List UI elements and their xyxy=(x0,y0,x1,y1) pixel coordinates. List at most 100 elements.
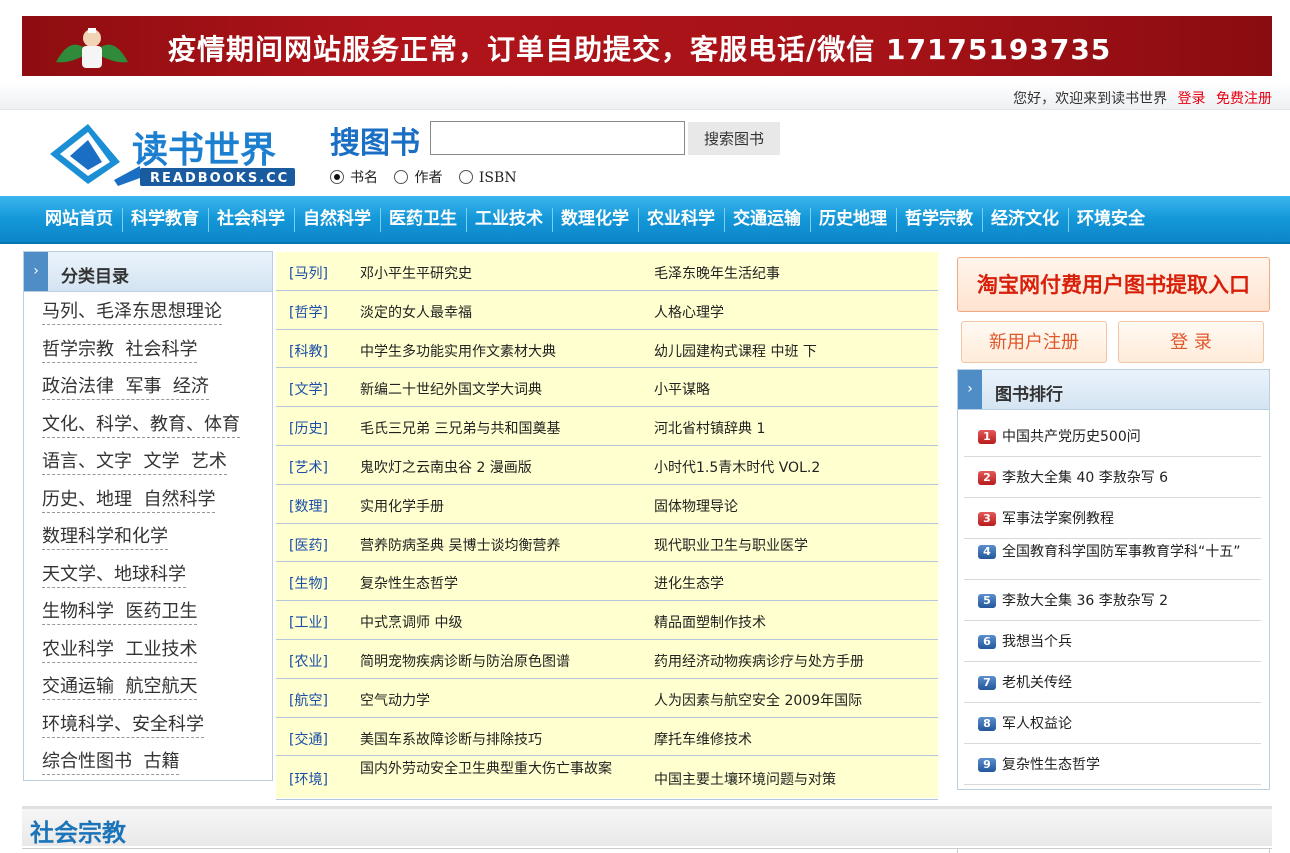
option-isbn[interactable]: ISBN xyxy=(458,170,523,186)
nav-item[interactable]: 自然科学 xyxy=(294,196,380,244)
category-item-label[interactable]: 历史、地理 自然科学 xyxy=(42,488,216,513)
book-link[interactable]: 毛氏三兄弟 三兄弟与共和国奠基 xyxy=(360,418,622,438)
book-category-tag[interactable]: [交通] xyxy=(289,729,328,749)
category-item[interactable]: 哲学宗教 社会科学 xyxy=(42,330,272,368)
new-user-register-button[interactable]: 新用户注册 xyxy=(961,321,1107,363)
category-item-label[interactable]: 政治法律 军事 经济 xyxy=(42,376,209,400)
nav-item[interactable]: 经济文化 xyxy=(982,196,1068,244)
book-link[interactable]: 邓小平生平研究史 xyxy=(360,263,622,283)
ranking-item[interactable]: 5 李敖大全集 36 李敖杂写 2 xyxy=(964,580,1261,621)
radio-isbn[interactable] xyxy=(458,170,473,184)
book-link[interactable]: 小平谋略 xyxy=(654,379,934,399)
ranking-item[interactable]: 1 中国共产党历史500问 xyxy=(964,416,1261,457)
site-logo[interactable]: 读书世界 READBOOKS.CC xyxy=(48,118,300,190)
radio-title[interactable] xyxy=(330,170,344,184)
book-category-tag[interactable]: [哲学] xyxy=(289,302,328,322)
book-link[interactable]: 实用化学手册 xyxy=(360,496,622,516)
book-link[interactable]: 空气动力学 xyxy=(360,690,622,710)
ranking-item[interactable]: 3 军事法学案例教程 xyxy=(964,498,1261,539)
nav-item[interactable]: 社会科学 xyxy=(208,196,294,244)
book-link[interactable]: 营养防病圣典 吴博士谈均衡营养 xyxy=(360,535,622,555)
book-category-tag[interactable]: [历史] xyxy=(289,418,328,438)
book-category-tag[interactable]: [生物] xyxy=(289,573,328,593)
book-link[interactable]: 河北省村镇辞典 1 xyxy=(654,418,934,438)
category-item[interactable]: 数理科学和化学 xyxy=(42,517,272,555)
book-link[interactable]: 中国主要土壤环境问题与对策 xyxy=(654,769,934,789)
option-author[interactable]: 作者 xyxy=(394,170,448,186)
book-link[interactable]: 复杂性生态哲学 xyxy=(360,573,622,593)
book-link[interactable]: 毛泽东晚年生活纪事 xyxy=(654,263,934,283)
nav-item[interactable]: 哲学宗教 xyxy=(896,196,982,244)
nav-item[interactable]: 交通运输 xyxy=(724,196,810,244)
category-item[interactable]: 政治法律 军事 经济 xyxy=(42,367,272,405)
book-link[interactable]: 药用经济动物疾病诊疗与处方手册 xyxy=(654,651,934,671)
book-category-tag[interactable]: [文学] xyxy=(289,379,328,399)
book-link[interactable]: 美国车系故障诊断与排除技巧 xyxy=(360,729,622,749)
book-category-tag[interactable]: [数理] xyxy=(289,496,328,516)
book-link[interactable]: 新编二十世纪外国文学大词典 xyxy=(360,379,622,399)
ranking-item[interactable]: 6 我想当个兵 xyxy=(964,621,1261,662)
book-link[interactable]: 进化生态学 xyxy=(654,573,934,593)
nav-item[interactable]: 科学教育 xyxy=(122,196,208,244)
category-item-label[interactable]: 数理科学和化学 xyxy=(42,526,168,550)
nav-item[interactable]: 数理化学 xyxy=(552,196,638,244)
ranking-item[interactable]: 8 军人权益论 xyxy=(964,703,1261,744)
book-link[interactable]: 精品面塑制作技术 xyxy=(654,612,934,632)
nav-item[interactable]: 医药卫生 xyxy=(380,196,466,244)
category-item-label[interactable]: 生物科学 医药卫生 xyxy=(42,601,198,625)
book-category-tag[interactable]: [航空] xyxy=(289,690,328,710)
ranking-book-title[interactable]: 复杂性生态哲学 xyxy=(1002,757,1100,773)
category-item[interactable]: 生物科学 医药卫生 xyxy=(42,592,272,630)
ranking-item[interactable]: 2 李敖大全集 40 李敖杂写 6 xyxy=(964,457,1261,498)
category-item[interactable]: 农业科学 工业技术 xyxy=(42,630,272,668)
book-link[interactable]: 人为因素与航空安全 2009年国际 xyxy=(654,690,934,710)
ranking-book-title[interactable]: 李敖大全集 40 李敖杂写 6 xyxy=(1002,470,1168,486)
category-item[interactable]: 语言、文字 文学 艺术 xyxy=(42,442,272,480)
category-item-label[interactable]: 天文学、地球科学 xyxy=(42,563,186,588)
category-item-label[interactable]: 交通运输 航空航天 xyxy=(42,676,198,700)
nav-item[interactable]: 农业科学 xyxy=(638,196,724,244)
book-category-tag[interactable]: [环境] xyxy=(289,769,328,789)
category-item[interactable]: 环境科学、安全科学 xyxy=(42,705,272,743)
promo-banner[interactable]: 疫情期间网站服务正常，订单自助提交，客服电话/微信 17175193735 xyxy=(22,16,1272,76)
category-item-label[interactable]: 马列、毛泽东思想理论 xyxy=(42,301,222,325)
book-category-tag[interactable]: [科教] xyxy=(289,341,328,361)
book-link[interactable]: 中学生多功能实用作文素材大典 xyxy=(360,341,622,361)
ranking-book-title[interactable]: 老机关传经 xyxy=(1002,675,1072,691)
category-item[interactable]: 交通运输 航空航天 xyxy=(42,667,272,705)
ranking-item[interactable]: 9 复杂性生态哲学 xyxy=(964,744,1261,785)
book-link[interactable]: 人格心理学 xyxy=(654,302,934,322)
search-button[interactable]: 搜索图书 xyxy=(688,122,780,155)
nav-item[interactable]: 网站首页 xyxy=(36,196,122,244)
book-link[interactable]: 国内外劳动安全卫生典型重大伤亡事故案 xyxy=(360,760,622,779)
book-link[interactable]: 简明宠物疾病诊断与防治原色图谱 xyxy=(360,651,622,671)
category-item-label[interactable]: 综合性图书 古籍 xyxy=(42,751,180,775)
book-category-tag[interactable]: [工业] xyxy=(289,612,328,632)
option-title[interactable]: 书名 xyxy=(330,170,384,186)
nav-item[interactable]: 历史地理 xyxy=(810,196,896,244)
category-item[interactable]: 历史、地理 自然科学 xyxy=(42,480,272,518)
category-item[interactable]: 天文学、地球科学 xyxy=(42,555,272,593)
book-link[interactable]: 摩托车维修技术 xyxy=(654,729,934,749)
ranking-book-title[interactable]: 军人权益论 xyxy=(1002,716,1072,732)
book-link[interactable]: 中式烹调师 中级 xyxy=(360,612,622,632)
book-link[interactable]: 鬼吹灯之云南虫谷 2 漫画版 xyxy=(360,457,622,477)
category-item[interactable]: 文化、科学、教育、体育 xyxy=(42,405,272,443)
login-link[interactable]: 登录 xyxy=(1178,91,1206,107)
nav-item[interactable]: 环境安全 xyxy=(1068,196,1154,244)
book-category-tag[interactable]: [马列] xyxy=(289,263,328,283)
radio-author[interactable] xyxy=(394,170,409,184)
book-category-tag[interactable]: [艺术] xyxy=(289,457,328,477)
register-link[interactable]: 免费注册 xyxy=(1216,91,1272,107)
book-link[interactable]: 现代职业卫生与职业医学 xyxy=(654,535,934,555)
book-category-tag[interactable]: [医药] xyxy=(289,535,328,555)
category-item-label[interactable]: 农业科学 工业技术 xyxy=(42,638,198,663)
category-item-label[interactable]: 环境科学、安全科学 xyxy=(42,713,204,738)
ranking-book-title[interactable]: 中国共产党历史500问 xyxy=(1002,429,1141,445)
ranking-item[interactable]: 7 老机关传经 xyxy=(964,662,1261,703)
search-input[interactable] xyxy=(430,121,685,155)
book-link[interactable]: 淡定的女人最幸福 xyxy=(360,302,622,322)
ranking-item[interactable]: 4 全国教育科学国防军事教育学科“十五” xyxy=(964,539,1261,580)
category-item[interactable]: 综合性图书 古籍 xyxy=(42,742,272,780)
book-link[interactable]: 幼儿园建构式课程 中班 下 xyxy=(654,341,934,361)
